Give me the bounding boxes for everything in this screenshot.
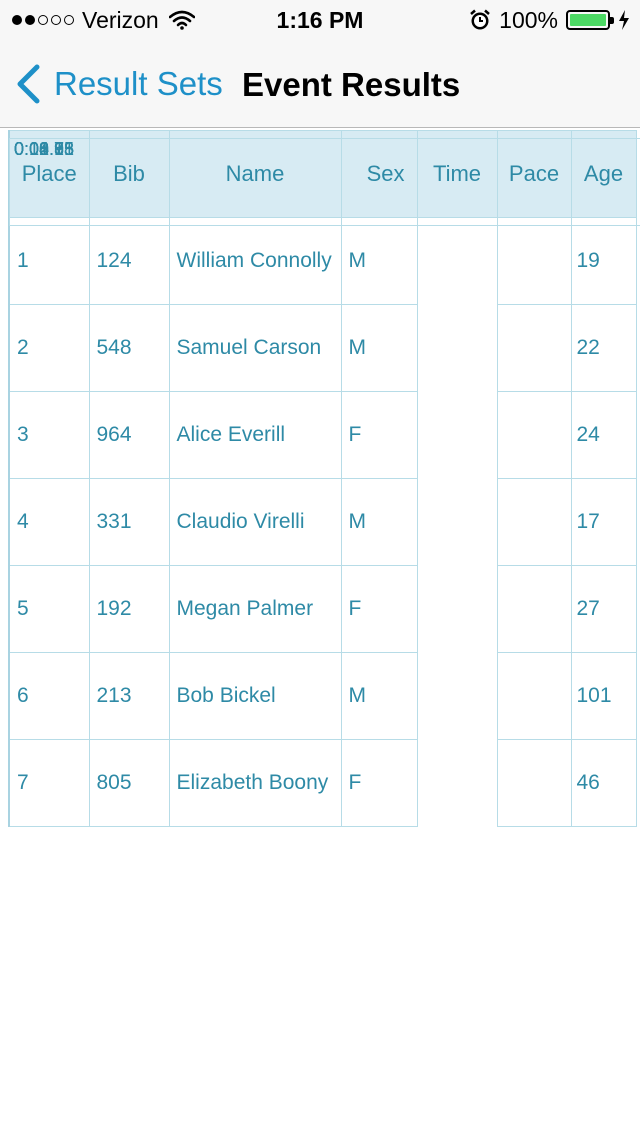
cell-place: 5	[8, 565, 90, 653]
cell-bib: 192	[88, 565, 170, 653]
cell-place: 6	[8, 652, 90, 740]
status-bar: Verizon 1:16 PM 100%	[0, 0, 640, 40]
cell-name: Bob Bickel	[168, 652, 342, 740]
cell-place: 7	[8, 739, 90, 827]
charging-bolt-icon	[619, 10, 629, 30]
page-title: Event Results	[242, 66, 461, 103]
battery-icon	[566, 10, 614, 30]
cell-pace	[496, 304, 572, 392]
cell-pace	[496, 391, 572, 479]
table-row[interactable]: 2 548 Samuel Carson M 0:03.13 22	[8, 137, 640, 392]
table-row[interactable]: 5 192 Megan Palmer F 0:08.75 27	[8, 137, 640, 653]
cell-name: Megan Palmer	[168, 565, 342, 653]
cell-age: 24	[570, 391, 637, 479]
results-table: Place Bib Name Sex Time Pace Age 1 124 W…	[8, 130, 640, 827]
cell-pace	[496, 217, 572, 305]
cell-sex: F	[340, 391, 418, 479]
table-row[interactable]: 1 124 William Connolly M 0:01.65 19	[8, 137, 640, 305]
cell-age: 17	[570, 478, 637, 566]
battery-percent: 100%	[499, 6, 558, 33]
cell-place: 3	[8, 391, 90, 479]
table-row[interactable]: 4 331 Claudio Virelli M 0:06.85 17	[8, 137, 640, 566]
cell-bib: 213	[88, 652, 170, 740]
cell-age: 27	[570, 565, 637, 653]
chevron-left-icon	[17, 64, 40, 104]
cell-age: 101	[570, 652, 637, 740]
cell-pace	[496, 478, 572, 566]
status-right: 100%	[469, 6, 630, 34]
cell-sex: F	[340, 739, 418, 827]
back-button[interactable]: Result Sets	[16, 64, 223, 104]
cell-age: 19	[570, 217, 637, 305]
battery-nub	[610, 17, 614, 24]
cell-bib: 331	[88, 478, 170, 566]
cell-place: 4	[8, 478, 90, 566]
table-row[interactable]: 3 964 Alice Everill F 0:04.9 24	[8, 137, 640, 479]
table-row[interactable]: 7 805 Elizabeth Boony F 0:12.98 46	[8, 137, 640, 827]
cell-name: Samuel Carson	[168, 304, 342, 392]
cell-age: 46	[570, 739, 637, 827]
alarm-clock-icon	[470, 9, 490, 30]
battery-fill	[570, 14, 606, 26]
cell-name: Claudio Virelli	[168, 478, 342, 566]
cell-name: Alice Everill	[168, 391, 342, 479]
navigation-bar: Result Sets Event Results	[0, 40, 640, 128]
cell-age: 22	[570, 304, 637, 392]
cell-sex: M	[340, 217, 418, 305]
cell-place: 1	[8, 217, 90, 305]
cell-sex: M	[340, 652, 418, 740]
cell-sex: M	[340, 478, 418, 566]
cell-name: Elizabeth Boony	[168, 739, 342, 827]
cell-sex: M	[340, 304, 418, 392]
cell-bib: 805	[88, 739, 170, 827]
cell-bib: 124	[88, 217, 170, 305]
cell-pace	[496, 565, 572, 653]
table-row[interactable]: 6 213 Bob Bickel M 0:10.71 101	[8, 137, 640, 740]
cell-pace	[496, 739, 572, 827]
cell-place: 2	[8, 304, 90, 392]
cell-bib: 964	[88, 391, 170, 479]
cell-sex: F	[340, 565, 418, 653]
cell-name: William Connolly	[168, 217, 342, 305]
back-button-label: Result Sets	[54, 65, 223, 102]
cell-bib: 548	[88, 304, 170, 392]
cell-pace	[496, 652, 572, 740]
cell-time: 0:12.98	[9, 137, 640, 226]
